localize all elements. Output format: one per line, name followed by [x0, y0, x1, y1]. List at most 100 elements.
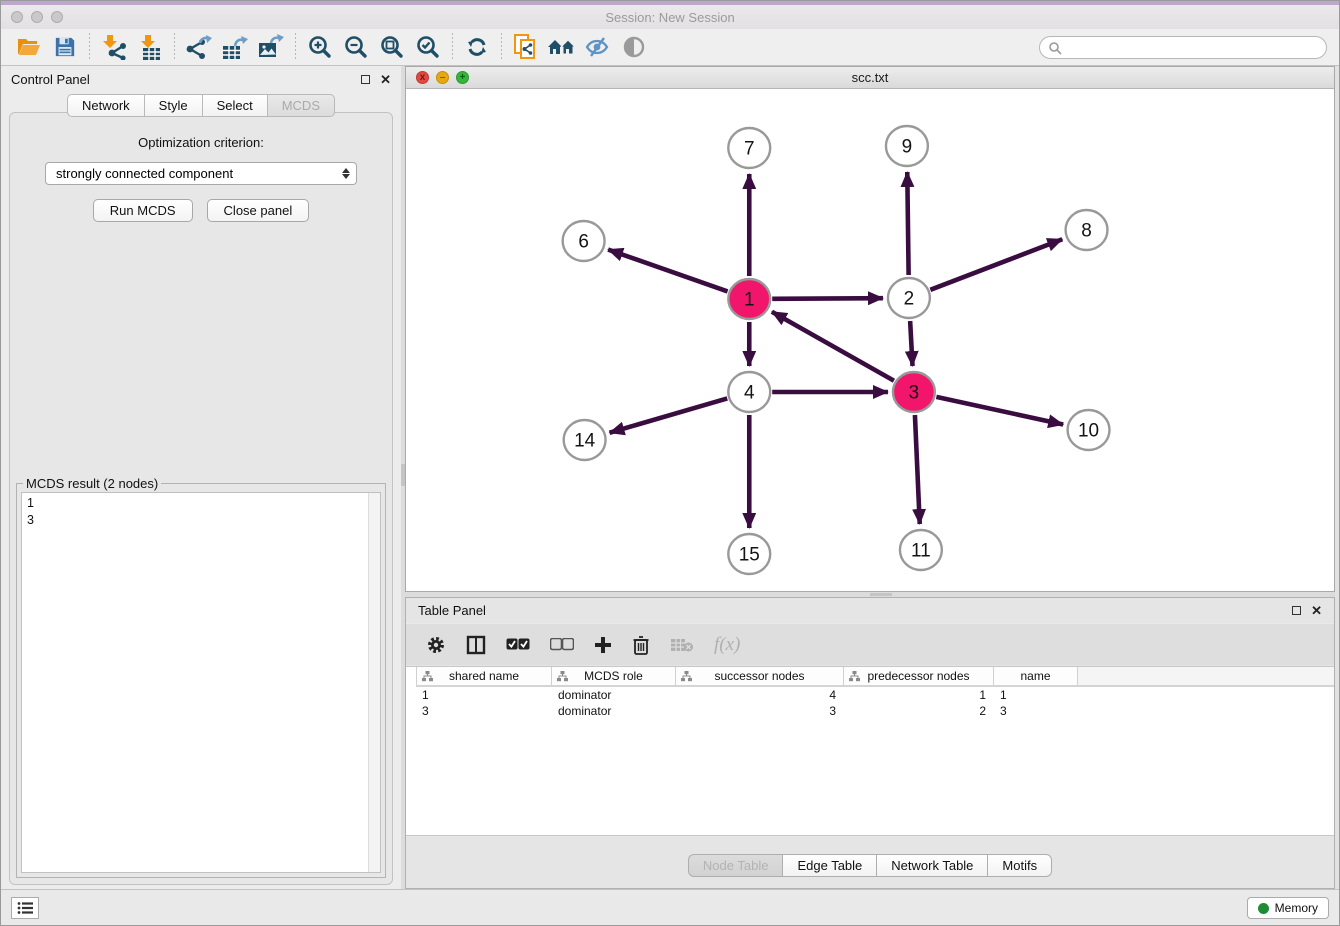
function-builder-button[interactable]: f(x)	[714, 634, 740, 656]
float-panel-icon[interactable]	[361, 75, 370, 84]
edge-3-11[interactable]	[915, 415, 920, 524]
cell-mcds-role[interactable]: dominator	[552, 687, 676, 703]
table-options-button[interactable]	[426, 635, 446, 655]
zoom-in-button[interactable]	[302, 32, 338, 62]
close-panel-icon[interactable]: ✕	[380, 75, 391, 84]
refresh-icon	[465, 35, 489, 59]
show-columns-button[interactable]	[466, 635, 486, 655]
task-history-button[interactable]	[11, 897, 39, 919]
table-panel-header: Table Panel ✕	[406, 598, 1334, 623]
new-network-from-selection-button[interactable]	[508, 32, 544, 62]
edge-1-6[interactable]	[608, 250, 727, 292]
export-network-button[interactable]	[181, 32, 217, 62]
first-neighbors-button[interactable]	[544, 32, 580, 62]
cell-successor-nodes[interactable]: 4	[676, 687, 844, 703]
sort-tree-icon	[849, 671, 860, 682]
cell-name[interactable]: 1	[994, 687, 1078, 703]
show-all-button[interactable]	[616, 32, 652, 62]
zoom-out-button[interactable]	[338, 32, 374, 62]
memory-button[interactable]: Memory	[1247, 897, 1329, 919]
tab-select[interactable]: Select	[202, 94, 267, 117]
tab-edge-table[interactable]: Edge Table	[782, 854, 876, 877]
import-table-from-file-button[interactable]	[132, 32, 168, 62]
cell-shared-name[interactable]: 3	[416, 703, 552, 719]
cell-shared-name[interactable]: 1	[416, 687, 552, 703]
cell-predecessor-nodes[interactable]: 1	[844, 687, 994, 703]
node-8[interactable]: 8	[1066, 210, 1108, 250]
node-4[interactable]: 4	[728, 372, 770, 412]
tab-style[interactable]: Style	[144, 94, 202, 117]
edge-3-10[interactable]	[936, 397, 1063, 425]
result-scrollbar[interactable]	[368, 493, 380, 872]
network-window-title: scc.txt	[406, 70, 1334, 85]
export-image-button[interactable]	[253, 32, 289, 62]
cell-successor-nodes[interactable]: 3	[676, 703, 844, 719]
tab-network[interactable]: Network	[67, 94, 144, 117]
table-row[interactable]: 3dominator323	[416, 703, 1334, 719]
zoom-selected-button[interactable]	[410, 32, 446, 62]
node-2[interactable]: 2	[888, 278, 930, 318]
node-1[interactable]: 1	[728, 279, 770, 319]
edge-2-8[interactable]	[930, 239, 1062, 290]
deselect-all-checkboxes-button[interactable]	[550, 638, 574, 651]
node-3[interactable]: 3	[893, 372, 935, 412]
export-table-icon	[221, 34, 249, 60]
svg-text:1: 1	[744, 289, 755, 310]
node-7[interactable]: 7	[728, 128, 770, 168]
network-canvas[interactable]: 7 9 6 8 1 2 4 3 14 10 15 11	[406, 89, 1334, 591]
window-titlebar: Session: New Session	[1, 5, 1339, 29]
column-header-predecessor-nodes[interactable]: predecessor nodes	[844, 667, 994, 685]
criterion-dropdown[interactable]: strongly connected component	[45, 162, 357, 185]
apply-layout-button[interactable]	[459, 32, 495, 62]
search-box[interactable]	[1039, 36, 1327, 59]
sort-tree-icon	[557, 671, 568, 682]
hide-selected-button[interactable]	[580, 32, 616, 62]
tab-mcds[interactable]: MCDS	[267, 94, 335, 117]
create-column-button[interactable]	[594, 636, 612, 654]
column-header-name[interactable]: name	[994, 667, 1078, 685]
tab-network-table[interactable]: Network Table	[876, 854, 987, 877]
node-table[interactable]: shared nameMCDS rolesuccessor nodesprede…	[406, 666, 1334, 836]
table-row[interactable]: 1dominator411	[416, 687, 1334, 703]
zoom-fit-button[interactable]	[374, 32, 410, 62]
column-header-mcds-role[interactable]: MCDS role	[552, 667, 676, 685]
node-6[interactable]: 6	[563, 221, 605, 261]
import-network-from-file-button[interactable]	[96, 32, 132, 62]
toolbar-separator	[89, 33, 90, 61]
network-from-file-icon	[513, 33, 539, 61]
search-input[interactable]	[1062, 37, 1326, 58]
tab-motifs[interactable]: Motifs	[987, 854, 1052, 877]
edge-4-14[interactable]	[610, 398, 728, 432]
edge-2-9[interactable]	[907, 172, 908, 275]
node-9[interactable]: 9	[886, 126, 928, 166]
svg-text:10: 10	[1078, 420, 1099, 441]
edge-3-1[interactable]	[772, 312, 894, 381]
node-14[interactable]: 14	[564, 420, 606, 460]
edge-1-2[interactable]	[772, 298, 883, 299]
run-mcds-button[interactable]: Run MCDS	[93, 199, 193, 222]
export-table-button[interactable]	[217, 32, 253, 62]
network-window-titlebar: x – + scc.txt	[406, 67, 1334, 89]
delete-table-button[interactable]	[670, 637, 694, 653]
edge-2-3[interactable]	[910, 321, 912, 366]
table-header-row: shared nameMCDS rolesuccessor nodesprede…	[416, 667, 1334, 687]
float-table-panel-icon[interactable]	[1292, 606, 1301, 615]
column-header-shared-name[interactable]: shared name	[416, 667, 552, 685]
save-session-button[interactable]	[47, 32, 83, 62]
cell-name[interactable]: 3	[994, 703, 1078, 719]
tab-node-table[interactable]: Node Table	[688, 854, 783, 877]
delete-columns-button[interactable]	[632, 635, 650, 655]
open-file-button[interactable]	[11, 32, 47, 62]
cell-predecessor-nodes[interactable]: 2	[844, 703, 994, 719]
node-10[interactable]: 10	[1068, 410, 1110, 450]
zoom-in-icon	[307, 34, 333, 60]
select-all-checkboxes-button[interactable]	[506, 638, 530, 651]
column-header-successor-nodes[interactable]: successor nodes	[676, 667, 844, 685]
node-11[interactable]: 11	[900, 530, 942, 570]
zoom-fit-icon	[379, 34, 405, 60]
close-table-panel-icon[interactable]: ✕	[1311, 606, 1322, 615]
close-panel-button[interactable]: Close panel	[207, 199, 310, 222]
plus-icon	[594, 636, 612, 654]
node-15[interactable]: 15	[728, 534, 770, 574]
cell-mcds-role[interactable]: dominator	[552, 703, 676, 719]
